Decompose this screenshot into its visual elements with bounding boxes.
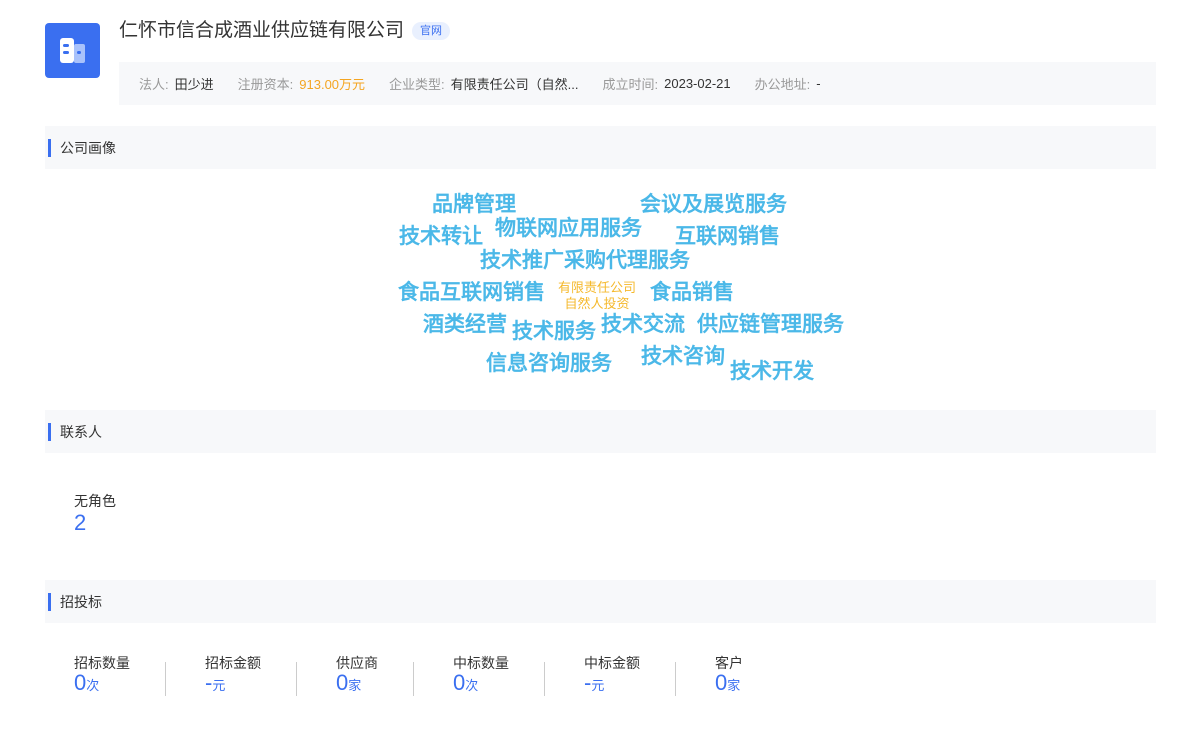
cloud-word[interactable]: 会议及展览服务: [640, 194, 787, 215]
stat-value: 0: [715, 670, 728, 695]
stat-unit: 家: [727, 678, 741, 693]
stat-unit: 元: [591, 678, 605, 693]
stat-customers[interactable]: 客户 0家: [715, 655, 778, 696]
company-logo: [45, 23, 100, 78]
cloud-word[interactable]: 供应链管理服务: [697, 314, 844, 335]
info-label: 注册资本:: [237, 77, 294, 92]
info-value: -: [816, 76, 821, 91]
cloud-word[interactable]: 技术交流: [601, 314, 685, 335]
cloud-word[interactable]: 酒类经营: [423, 314, 507, 335]
section-header-portrait: 公司画像: [45, 126, 1156, 169]
center-tag-line: 自然人投资: [564, 296, 630, 311]
section-header-contacts: 联系人: [45, 410, 1156, 453]
cloud-word[interactable]: 信息咨询服务: [486, 353, 612, 374]
stat-label: 中标金额: [584, 655, 640, 671]
stat-unit: 次: [86, 678, 100, 693]
cloud-word[interactable]: 物联网应用服务: [495, 218, 642, 239]
cloud-word[interactable]: 技术开发: [730, 361, 814, 382]
cloud-word[interactable]: 互联网销售: [675, 226, 780, 247]
cloud-word[interactable]: 技术服务: [512, 321, 596, 342]
section-header-bidding: 招投标: [45, 580, 1156, 623]
info-value: 有限责任公司（自然...: [450, 77, 579, 92]
cloud-word[interactable]: 技术转让: [399, 226, 483, 247]
cloud-word[interactable]: 品牌管理: [432, 194, 516, 215]
info-label: 法人:: [139, 77, 169, 92]
stat-unit: 元: [212, 678, 226, 693]
info-label: 成立时间:: [602, 77, 659, 92]
stat-tender-count[interactable]: 招标数量 0次: [74, 655, 166, 696]
section-accent-bar: [48, 138, 51, 157]
info-label: 办公地址:: [754, 77, 811, 92]
info-registered-capital: 注册资本: 913.00万元: [238, 74, 365, 93]
building-icon: [60, 38, 85, 63]
word-cloud: 品牌管理 会议及展览服务 技术转让 物联网应用服务 互联网销售 技术推广采购代理…: [0, 0, 1200, 752]
info-value: 2023-02-21: [664, 76, 731, 91]
stat-suppliers[interactable]: 供应商 0家: [336, 655, 414, 696]
section-accent-bar: [48, 592, 51, 611]
company-info-bar: 法人: 田少进 注册资本: 913.00万元 企业类型: 有限责任公司（自然..…: [119, 62, 1156, 105]
stat-unit: 家: [348, 678, 362, 693]
info-office-address: 办公地址: -: [755, 74, 821, 93]
stat-tender-amount[interactable]: 招标金额 -元: [205, 655, 297, 696]
contact-role-stat[interactable]: 无角色 2: [74, 492, 116, 536]
contact-role-label: 无角色: [74, 493, 116, 509]
bidding-stats: 招标数量 0次 招标金额 -元 供应商 0家 中标数量 0次 中标金额 -元 客…: [74, 655, 817, 696]
section-accent-bar: [48, 422, 51, 441]
stat-unit: 次: [465, 678, 479, 693]
stat-winning-count[interactable]: 中标数量 0次: [453, 655, 545, 696]
contact-role-count[interactable]: 2: [74, 510, 116, 536]
stat-value: 0: [74, 670, 87, 695]
section-title: 招投标: [60, 593, 102, 610]
company-name: 仁怀市信合成酒业供应链有限公司: [119, 20, 405, 41]
stat-value: 0: [453, 670, 466, 695]
info-legal-person: 法人: 田少进: [139, 74, 214, 93]
info-value: 913.00万元: [299, 77, 366, 92]
section-title: 联系人: [60, 423, 102, 440]
company-type-center-tag: 有限责任公司 自然人投资: [558, 280, 636, 312]
stat-winning-amount[interactable]: 中标金额 -元: [584, 655, 676, 696]
info-label: 企业类型:: [389, 77, 445, 92]
cloud-word[interactable]: 技术推广采购代理服务: [480, 250, 690, 271]
info-value[interactable]: 田少进: [175, 74, 214, 93]
official-site-tag[interactable]: 官网: [412, 22, 451, 40]
section-title: 公司画像: [60, 139, 116, 156]
cloud-word[interactable]: 技术咨询: [641, 346, 725, 367]
info-company-type: 企业类型: 有限责任公司（自然...: [389, 74, 578, 93]
stat-label: 招标金额: [205, 655, 261, 671]
cloud-word[interactable]: 食品互联网销售: [398, 282, 545, 303]
company-title: 仁怀市信合成酒业供应链有限公司 官网: [119, 18, 451, 44]
info-founded-date: 成立时间: 2023-02-21: [603, 74, 731, 93]
center-tag-line: 有限责任公司: [558, 280, 637, 295]
stat-value: 0: [336, 670, 349, 695]
cloud-word[interactable]: 食品销售: [650, 282, 734, 303]
